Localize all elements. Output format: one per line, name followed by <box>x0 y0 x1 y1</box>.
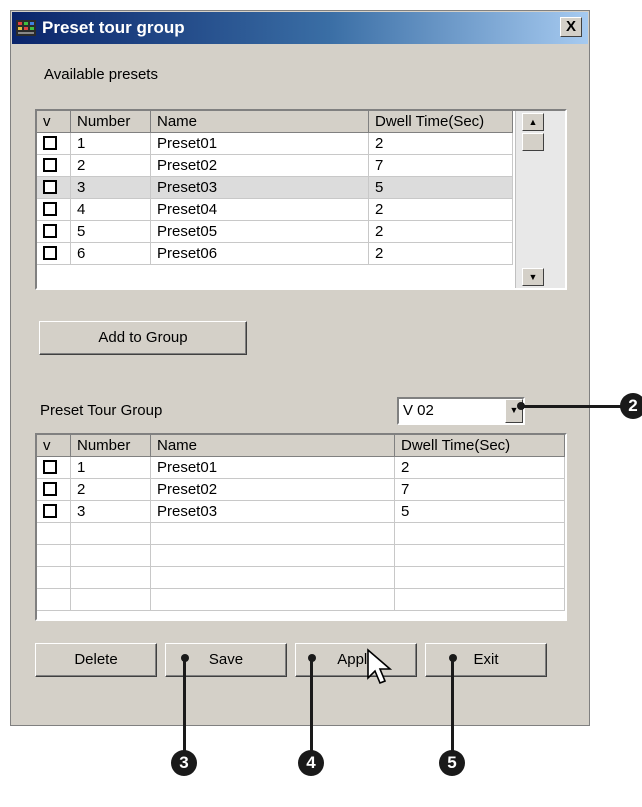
column-header-v[interactable]: v <box>37 435 71 456</box>
scroll-up-icon[interactable]: ▲ <box>522 113 544 131</box>
callout-2: 2 <box>620 393 642 419</box>
callout-4: 4 <box>298 750 324 776</box>
row-checkbox[interactable] <box>43 246 57 260</box>
callout-3-line <box>183 658 186 754</box>
row-number: 5 <box>71 221 151 242</box>
row-name: Preset03 <box>151 501 395 522</box>
row-name: Preset02 <box>151 155 369 176</box>
row-checkbox[interactable] <box>43 158 57 172</box>
table-row[interactable]: 4 Preset04 2 <box>37 199 513 221</box>
row-dwell-time: 2 <box>369 243 513 264</box>
row-number: 1 <box>71 457 151 478</box>
row-dwell-time: 7 <box>395 479 565 500</box>
title-bar: Preset tour group X <box>12 12 588 44</box>
vertical-scrollbar[interactable]: ▲ ▼ <box>515 111 565 288</box>
table-header: v Number Name Dwell Time(Sec) <box>37 435 565 457</box>
callout-5-line <box>451 658 454 754</box>
row-dwell-time: 5 <box>369 177 513 198</box>
column-header-name[interactable]: Name <box>151 111 369 132</box>
row-dwell-time: 5 <box>395 501 565 522</box>
mouse-pointer-icon <box>367 648 393 685</box>
column-header-dwell[interactable]: Dwell Time(Sec) <box>369 111 513 132</box>
close-button[interactable]: X <box>560 17 582 37</box>
row-name: Preset05 <box>151 221 369 242</box>
preset-tour-group-label: Preset Tour Group <box>40 402 163 419</box>
row-name: Preset02 <box>151 479 395 500</box>
row-number: 3 <box>71 177 151 198</box>
table-row[interactable]: 5 Preset05 2 <box>37 221 513 243</box>
row-number: 2 <box>71 155 151 176</box>
row-checkbox[interactable] <box>43 460 57 474</box>
group-select-value: V 02 <box>403 402 434 419</box>
row-dwell-time: 2 <box>369 199 513 220</box>
empty-row <box>37 567 565 589</box>
empty-row <box>37 589 565 611</box>
row-dwell-time: 7 <box>369 155 513 176</box>
row-name: Preset01 <box>151 133 369 154</box>
row-name: Preset01 <box>151 457 395 478</box>
table-row[interactable]: 2 Preset02 7 <box>37 155 513 177</box>
callout-4-line <box>310 658 313 754</box>
window-title: Preset tour group <box>42 18 185 37</box>
row-number: 4 <box>71 199 151 220</box>
available-presets-label: Available presets <box>44 66 158 83</box>
row-checkbox[interactable] <box>43 136 57 150</box>
column-header-number[interactable]: Number <box>71 435 151 456</box>
column-header-name[interactable]: Name <box>151 435 395 456</box>
table-row[interactable]: 6 Preset06 2 <box>37 243 513 265</box>
row-number: 6 <box>71 243 151 264</box>
table-row[interactable]: 2 Preset02 7 <box>37 479 565 501</box>
row-name: Preset04 <box>151 199 369 220</box>
add-to-group-button[interactable]: Add to Group <box>39 321 247 355</box>
row-number: 1 <box>71 133 151 154</box>
app-icon <box>16 20 36 36</box>
row-checkbox[interactable] <box>43 180 57 194</box>
table-row[interactable]: 3 Preset03 5 <box>37 501 565 523</box>
group-select[interactable]: V 02 ▼ <box>397 397 525 425</box>
row-checkbox[interactable] <box>43 202 57 216</box>
exit-button[interactable]: Exit <box>425 643 547 677</box>
available-presets-table: v Number Name Dwell Time(Sec) 1 Preset01… <box>35 109 567 290</box>
delete-button[interactable]: Delete <box>35 643 157 677</box>
row-name: Preset06 <box>151 243 369 264</box>
row-checkbox[interactable] <box>43 224 57 238</box>
row-checkbox[interactable] <box>43 504 57 518</box>
callout-3: 3 <box>171 750 197 776</box>
callout-5: 5 <box>439 750 465 776</box>
column-header-dwell[interactable]: Dwell Time(Sec) <box>395 435 565 456</box>
scroll-down-icon[interactable]: ▼ <box>522 268 544 286</box>
row-checkbox[interactable] <box>43 482 57 496</box>
row-number: 3 <box>71 501 151 522</box>
scroll-thumb[interactable] <box>522 133 544 151</box>
empty-row <box>37 545 565 567</box>
row-dwell-time: 2 <box>395 457 565 478</box>
column-header-number[interactable]: Number <box>71 111 151 132</box>
empty-row <box>37 523 565 545</box>
row-dwell-time: 2 <box>369 221 513 242</box>
preset-tour-group-dialog: Preset tour group X Available presets v … <box>10 10 590 726</box>
preset-tour-group-table: v Number Name Dwell Time(Sec) 1 Preset01… <box>35 433 567 621</box>
row-name: Preset03 <box>151 177 369 198</box>
table-row[interactable]: 1 Preset01 2 <box>37 457 565 479</box>
column-header-v[interactable]: v <box>37 111 71 132</box>
row-dwell-time: 2 <box>369 133 513 154</box>
table-row[interactable]: 1 Preset01 2 <box>37 133 513 155</box>
table-row-selected[interactable]: 3 Preset03 5 <box>37 177 513 199</box>
row-number: 2 <box>71 479 151 500</box>
table-header: v Number Name Dwell Time(Sec) <box>37 111 513 133</box>
callout-2-line <box>521 405 622 408</box>
